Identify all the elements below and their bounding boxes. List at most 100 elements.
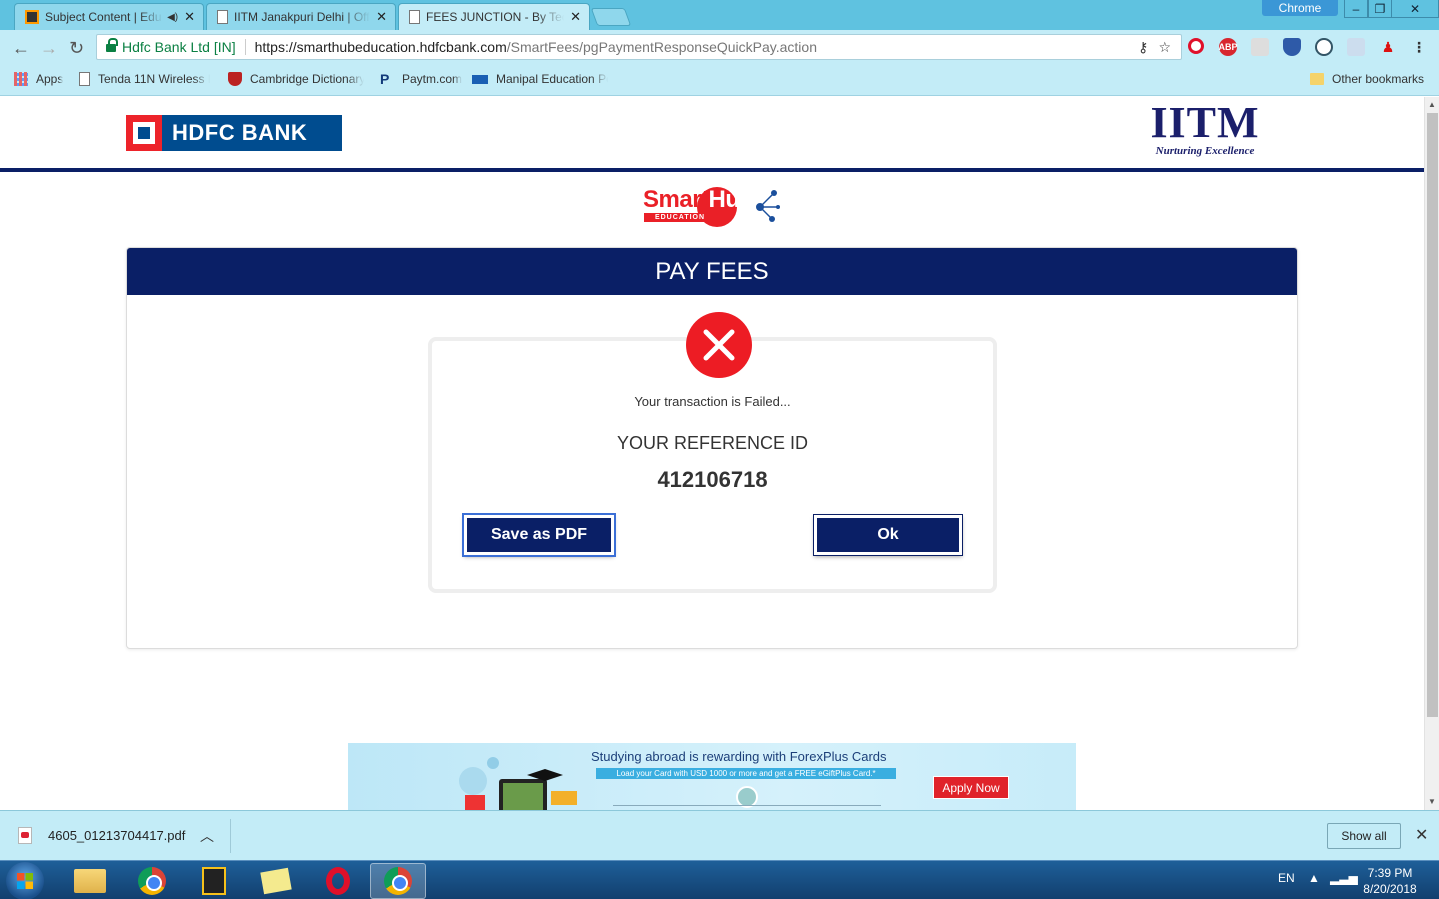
banner-subtitle: Load your Card with USD 1000 or more and… bbox=[596, 768, 896, 779]
bookmark-paytm[interactable]: P Paytm.com bbox=[380, 72, 462, 86]
msto-taskbar[interactable] bbox=[186, 863, 242, 899]
scroll-down-icon[interactable]: ▼ bbox=[1428, 797, 1436, 806]
bookmark-manipal[interactable]: Manipal Education Po bbox=[472, 72, 608, 86]
close-window-button[interactable]: ✕ bbox=[1391, 0, 1439, 18]
download-shelf: 4605_01213704417.pdf ︿ Show all ✕ bbox=[0, 810, 1439, 860]
key-icon[interactable]: ⚷ bbox=[1138, 39, 1148, 56]
maximize-button[interactable]: ❐ bbox=[1368, 0, 1392, 18]
transaction-result-box: Your transaction is Failed... YOUR REFER… bbox=[428, 312, 997, 593]
page-viewport: HDFC BANK IITM Nurturing Excellence Smar… bbox=[0, 97, 1424, 810]
bookmark-label: Cambridge Dictionary bbox=[250, 72, 364, 86]
close-shelf-icon[interactable]: ✕ bbox=[1415, 825, 1428, 845]
opera-icon bbox=[326, 867, 350, 895]
bookmark-apps[interactable]: Apps bbox=[14, 72, 63, 86]
forexplus-ad-banner[interactable]: Studying abroad is rewarding with ForexP… bbox=[348, 743, 1076, 810]
star-icon[interactable]: ☆ bbox=[1158, 39, 1171, 56]
network-signal-icon[interactable]: ▂▃▅ bbox=[1330, 871, 1358, 885]
new-tab-button[interactable] bbox=[590, 8, 632, 26]
adblock-extension-icon[interactable]: ABP bbox=[1219, 38, 1238, 56]
page-icon bbox=[79, 72, 90, 86]
tab-subject-content[interactable]: Subject Content | Edu ◀) ✕ bbox=[14, 3, 204, 30]
smarthub-wordmark: SmartHub bbox=[643, 186, 754, 214]
tab-fees-junction[interactable]: FEES JUNCTION - By Tech ✕ bbox=[398, 3, 590, 30]
status-message: Your transaction is Failed... bbox=[634, 394, 791, 409]
tray-chevron-icon[interactable]: ▲ bbox=[1308, 871, 1320, 885]
show-all-button[interactable]: Show all bbox=[1327, 823, 1401, 849]
download-filename: 4605_01213704417.pdf bbox=[48, 828, 186, 843]
sticky-notes-taskbar[interactable] bbox=[248, 863, 304, 899]
sticky-notes-icon bbox=[260, 867, 292, 895]
chrome-icon bbox=[138, 867, 166, 895]
windows-taskbar: EN ▲ ▂▃▅ 7:39 PM 8/20/2018 bbox=[0, 860, 1439, 899]
clock-date: 8/20/2018 bbox=[1363, 882, 1417, 896]
chevron-up-icon[interactable]: ︿ bbox=[200, 826, 214, 846]
url-path: /SmartFees/pgPaymentResponseQuickPay.act… bbox=[506, 39, 817, 55]
chrome-icon bbox=[384, 867, 412, 895]
network-dots-icon bbox=[756, 190, 780, 222]
smarthub-logo: SmartHub EDUCATION bbox=[640, 183, 785, 229]
failed-x-icon bbox=[686, 312, 752, 378]
divider bbox=[230, 819, 231, 853]
brand-education: EDUCATION bbox=[644, 213, 716, 222]
brand-hub: Hub bbox=[708, 186, 755, 213]
ok-button[interactable]: Ok bbox=[813, 514, 963, 556]
opera-taskbar[interactable] bbox=[310, 863, 366, 899]
profile-badge[interactable]: Chrome bbox=[1262, 0, 1338, 16]
pay-fees-card: PAY FEES Your transaction is Failed... Y… bbox=[126, 247, 1298, 649]
language-indicator[interactable]: EN bbox=[1278, 871, 1295, 885]
at-extension-icon[interactable] bbox=[1315, 38, 1333, 56]
reference-label: YOUR REFERENCE ID bbox=[616, 433, 809, 453]
file-explorer-taskbar[interactable] bbox=[62, 863, 118, 899]
save-as-pdf-button[interactable]: Save as PDF bbox=[462, 513, 616, 557]
bank-logo-text: HDFC BANK bbox=[172, 120, 308, 145]
institute-tagline: Nurturing Excellence bbox=[1155, 145, 1255, 157]
tab-title: IITM Janakpuri Delhi | Off bbox=[234, 10, 370, 24]
folder-icon bbox=[74, 869, 106, 893]
close-tab-icon[interactable]: ✕ bbox=[376, 9, 387, 25]
scroll-up-icon[interactable]: ▲ bbox=[1428, 100, 1436, 109]
address-bar[interactable]: Hdfc Bank Ltd [IN] https://smarthubeduca… bbox=[96, 34, 1182, 60]
bookmark-tenda[interactable]: Tenda 11N Wireless R bbox=[79, 72, 210, 86]
menu-icon[interactable]: ⋮ bbox=[1410, 38, 1428, 56]
lock-icon bbox=[106, 37, 118, 53]
reload-icon[interactable]: ↻ bbox=[69, 38, 84, 59]
tab-iitm[interactable]: IITM Janakpuri Delhi | Off ✕ bbox=[206, 3, 396, 30]
other-bookmarks[interactable]: Other bookmarks bbox=[1310, 72, 1424, 86]
calendar-extension-icon[interactable] bbox=[1347, 38, 1365, 56]
banner-title: Studying abroad is rewarding with ForexP… bbox=[591, 749, 887, 764]
page-icon bbox=[217, 10, 228, 24]
scrollbar-thumb[interactable] bbox=[1427, 113, 1438, 717]
study-abroad-illustration bbox=[459, 757, 577, 810]
apps-grid-icon bbox=[14, 72, 28, 86]
back-arrow-icon[interactable]: ← bbox=[12, 38, 30, 59]
bookmarks-bar: Apps Tenda 11N Wireless R Cambridge Dict… bbox=[0, 64, 1439, 96]
page-scrollbar[interactable]: ▲ ▼ bbox=[1424, 97, 1439, 810]
forward-arrow-icon[interactable]: → bbox=[40, 38, 58, 59]
shield-extension-icon[interactable] bbox=[1283, 38, 1301, 56]
bookmark-label: Manipal Education Po bbox=[496, 72, 608, 86]
start-button[interactable] bbox=[6, 862, 44, 899]
tab-strip: Subject Content | Edu ◀) ✕ IITM Janakpur… bbox=[0, 0, 1439, 30]
divider bbox=[244, 39, 246, 55]
browser-toolbar: ← → ↻ Hdfc Bank Ltd [IN] https://smarthu… bbox=[0, 30, 1439, 64]
bookmark-label: Tenda 11N Wireless R bbox=[98, 72, 210, 86]
brand-smart: Smart bbox=[643, 186, 709, 213]
url-host: https://smarthubeducation.hdfcbank.com bbox=[254, 39, 507, 55]
cube-extension-icon[interactable] bbox=[1251, 38, 1269, 56]
clock-time: 7:39 PM bbox=[1367, 866, 1413, 880]
site-identity[interactable]: Hdfc Bank Ltd [IN] bbox=[122, 39, 236, 55]
minimize-button[interactable]: – bbox=[1344, 0, 1368, 18]
opera-extension-icon[interactable] bbox=[1188, 38, 1204, 54]
figure-extension-icon[interactable]: ♟ bbox=[1379, 38, 1397, 56]
system-clock[interactable]: 7:39 PM 8/20/2018 bbox=[1358, 865, 1422, 897]
reference-id: 412106718 bbox=[657, 467, 768, 492]
apply-now-button[interactable]: Apply Now bbox=[933, 776, 1009, 799]
close-tab-icon[interactable]: ✕ bbox=[570, 9, 581, 25]
close-tab-icon[interactable]: ✕ bbox=[184, 9, 195, 25]
page-header: HDFC BANK IITM Nurturing Excellence bbox=[0, 97, 1424, 172]
chrome-taskbar[interactable] bbox=[124, 863, 180, 899]
chrome-active-taskbar[interactable] bbox=[370, 863, 426, 899]
bookmark-cambridge[interactable]: Cambridge Dictionary bbox=[228, 72, 364, 86]
other-bookmarks-label: Other bookmarks bbox=[1332, 72, 1425, 86]
download-item[interactable]: 4605_01213704417.pdf bbox=[18, 827, 185, 844]
